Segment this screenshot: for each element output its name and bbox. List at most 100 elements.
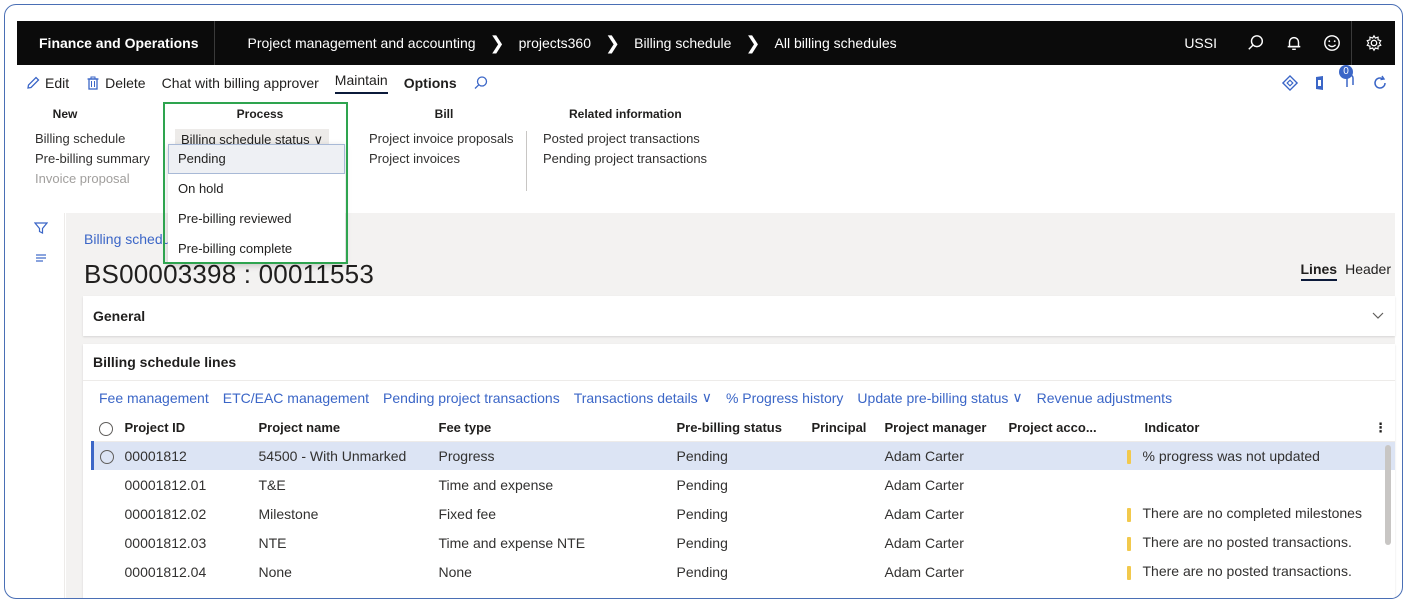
office-icon[interactable]: [1311, 74, 1329, 92]
grid-scrollbar[interactable]: [1385, 445, 1391, 545]
group-related-title: Related information: [569, 107, 682, 121]
group-new: New Billing schedule Pre-billing summary…: [35, 107, 150, 189]
group-related: Related information Posted project trans…: [543, 107, 713, 169]
project-manager-cell: Adam Carter: [884, 534, 964, 551]
column-header[interactable]: Indicator ⋮: [1126, 415, 1395, 442]
prebilling-status-cell: Pending: [676, 441, 812, 470]
filter-icon[interactable]: [17, 213, 65, 243]
project-accountant-cell: [1009, 470, 1127, 499]
update-prebilling-status-menu[interactable]: Update pre-billing status ∨: [857, 389, 1022, 406]
company-picker[interactable]: USSI: [1184, 35, 1237, 51]
group-process-title: Process: [236, 107, 284, 121]
row-select-cell[interactable]: [93, 557, 125, 586]
gear-icon[interactable]: [1351, 21, 1395, 65]
table-row[interactable]: 00001812 54500 - With Unmarked Progress …: [91, 441, 1395, 470]
project-invoices-button[interactable]: Project invoices: [369, 149, 519, 169]
chat-approver-button[interactable]: Chat with billing approver: [154, 65, 327, 101]
app-title[interactable]: Finance and Operations: [17, 21, 216, 65]
search-icon[interactable]: [465, 65, 497, 101]
project-accountant-cell: [1009, 499, 1127, 528]
fee-type-cell: Fixed fee: [438, 505, 497, 522]
search-icon[interactable]: [1237, 21, 1275, 65]
progress-history-button[interactable]: % Progress history: [726, 389, 843, 406]
project-manager-cell: Adam Carter: [884, 563, 964, 580]
column-header[interactable]: Project name: [258, 415, 439, 442]
project-id-link[interactable]: 00001812: [124, 441, 259, 470]
chevron-right-icon: ❯: [605, 33, 621, 53]
table-row[interactable]: 00001812.02 Milestone Fixed fee Pending …: [93, 499, 1396, 528]
column-header[interactable]: Pre-billing status: [676, 415, 812, 442]
nav-right-tools: USSI: [1184, 21, 1395, 65]
status-option-on-hold[interactable]: On hold: [168, 174, 345, 204]
group-divider: [526, 131, 527, 191]
project-invoice-proposals-button[interactable]: Project invoice proposals: [369, 129, 519, 149]
smiley-icon[interactable]: [1313, 21, 1351, 65]
divider: [83, 380, 1395, 381]
attachments-button[interactable]: 0: [1339, 64, 1359, 94]
table-row[interactable]: 00001812.03 NTE Time and expense NTE Pen…: [93, 528, 1396, 557]
view-lines-tab[interactable]: Lines: [1300, 261, 1338, 281]
bell-icon[interactable]: [1275, 21, 1313, 65]
diamond-icon[interactable]: [1281, 74, 1299, 92]
table-row[interactable]: 00001812.04 None None Pending Adam Carte…: [93, 557, 1396, 586]
row-select-cell[interactable]: [91, 441, 125, 470]
status-option-prebilling-complete[interactable]: Pre-billing complete: [168, 234, 345, 264]
row-radio[interactable]: [100, 449, 114, 464]
chevron-down-icon[interactable]: [1371, 308, 1385, 325]
breadcrumb-item[interactable]: projects360: [519, 35, 591, 51]
project-manager-link[interactable]: Adam Carter: [884, 441, 1009, 470]
posted-project-transactions-button[interactable]: Posted project transactions: [543, 129, 713, 149]
column-header[interactable]: Fee type: [438, 415, 677, 442]
principal-cell: [812, 557, 885, 586]
tab-options[interactable]: Options: [404, 65, 457, 101]
view-toggle: Lines Header: [1300, 261, 1391, 281]
transactions-details-menu[interactable]: Transactions details ∨: [574, 389, 712, 406]
status-option-prebilling-reviewed[interactable]: Pre-billing reviewed: [168, 204, 345, 234]
project-accountant-cell: [1009, 528, 1127, 557]
action-pane: Edit Delete Chat with billing approver M…: [17, 64, 1395, 101]
invoice-proposal-button[interactable]: Invoice proposal: [35, 169, 150, 189]
notification-badge: 0: [1339, 64, 1353, 79]
row-select-cell[interactable]: [93, 470, 125, 499]
warning-icon: [1126, 449, 1131, 464]
pre-billing-summary-button[interactable]: Pre-billing summary: [35, 149, 150, 169]
column-header[interactable]: Project acco...: [1008, 415, 1127, 442]
refresh-icon[interactable]: [1371, 74, 1389, 92]
delete-button[interactable]: Delete: [77, 65, 153, 101]
page-breadcrumb[interactable]: Billing schedu: [84, 231, 170, 247]
group-new-title: New: [52, 107, 78, 121]
trash-icon: [87, 76, 99, 90]
list-icon[interactable]: [17, 243, 65, 273]
revenue-adjustments-button[interactable]: Revenue adjustments: [1037, 389, 1172, 406]
breadcrumb-item[interactable]: All billing schedules: [775, 35, 897, 51]
warning-icon: [1126, 536, 1131, 551]
select-all-radio[interactable]: [98, 421, 113, 436]
etc-eac-management-button[interactable]: ETC/EAC management: [223, 389, 369, 406]
fee-management-button[interactable]: Fee management: [99, 389, 209, 406]
tab-maintain[interactable]: Maintain: [334, 72, 388, 94]
edit-button[interactable]: Edit: [17, 65, 77, 101]
more-icon[interactable]: ⋮: [1374, 420, 1395, 436]
project-name-cell: T&E: [258, 476, 286, 493]
group-bill: Bill Project invoice proposals Project i…: [369, 107, 519, 169]
edit-label: Edit: [45, 75, 70, 91]
chevron-down-icon: ∨: [1012, 389, 1023, 405]
column-header[interactable]: Project ID: [124, 415, 259, 442]
breadcrumb-item[interactable]: Billing schedule: [634, 35, 731, 51]
breadcrumb: Project management and accounting ❯ proj…: [215, 34, 896, 52]
prebilling-status-cell: Pending: [676, 476, 728, 493]
general-fasttab[interactable]: General: [83, 296, 1395, 336]
row-select-cell[interactable]: [93, 528, 125, 557]
breadcrumb-item[interactable]: Project management and accounting: [247, 35, 475, 51]
view-header-tab[interactable]: Header: [1345, 261, 1391, 281]
column-header[interactable]: Principal: [811, 415, 885, 442]
pending-project-transactions-button[interactable]: Pending project transactions: [543, 149, 713, 169]
row-select-cell[interactable]: [93, 499, 125, 528]
status-option-pending[interactable]: Pending: [168, 144, 345, 174]
pending-transactions-button[interactable]: Pending project transactions: [383, 389, 560, 406]
table-row[interactable]: 00001812.01 T&E Time and expense Pending…: [93, 470, 1396, 499]
new-billing-schedule-button[interactable]: Billing schedule: [35, 129, 150, 149]
warning-icon: [1126, 565, 1131, 580]
column-header[interactable]: Project manager: [884, 415, 1009, 442]
select-all-cell[interactable]: [92, 415, 125, 442]
